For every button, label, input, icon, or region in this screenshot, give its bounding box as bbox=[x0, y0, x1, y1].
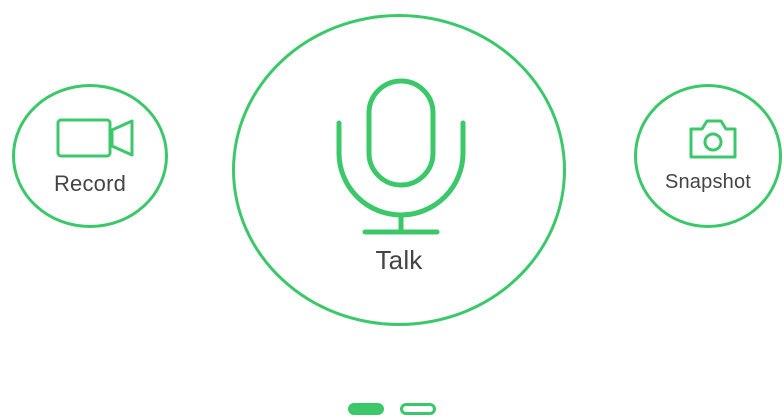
video-camera-icon bbox=[55, 117, 135, 166]
microphone-icon bbox=[333, 77, 469, 242]
record-label: Record bbox=[53, 171, 127, 196]
camera-icon bbox=[687, 117, 739, 166]
talk-button[interactable]: Talk bbox=[232, 14, 566, 326]
record-button[interactable]: Record bbox=[12, 84, 168, 228]
page-indicator bbox=[348, 403, 436, 415]
page-dot-1[interactable] bbox=[348, 403, 384, 415]
snapshot-button[interactable]: Snapshot bbox=[634, 84, 782, 228]
snapshot-label: Snapshot bbox=[664, 171, 752, 193]
talk-label: Talk bbox=[375, 245, 423, 275]
page-dot-2[interactable] bbox=[400, 403, 436, 415]
